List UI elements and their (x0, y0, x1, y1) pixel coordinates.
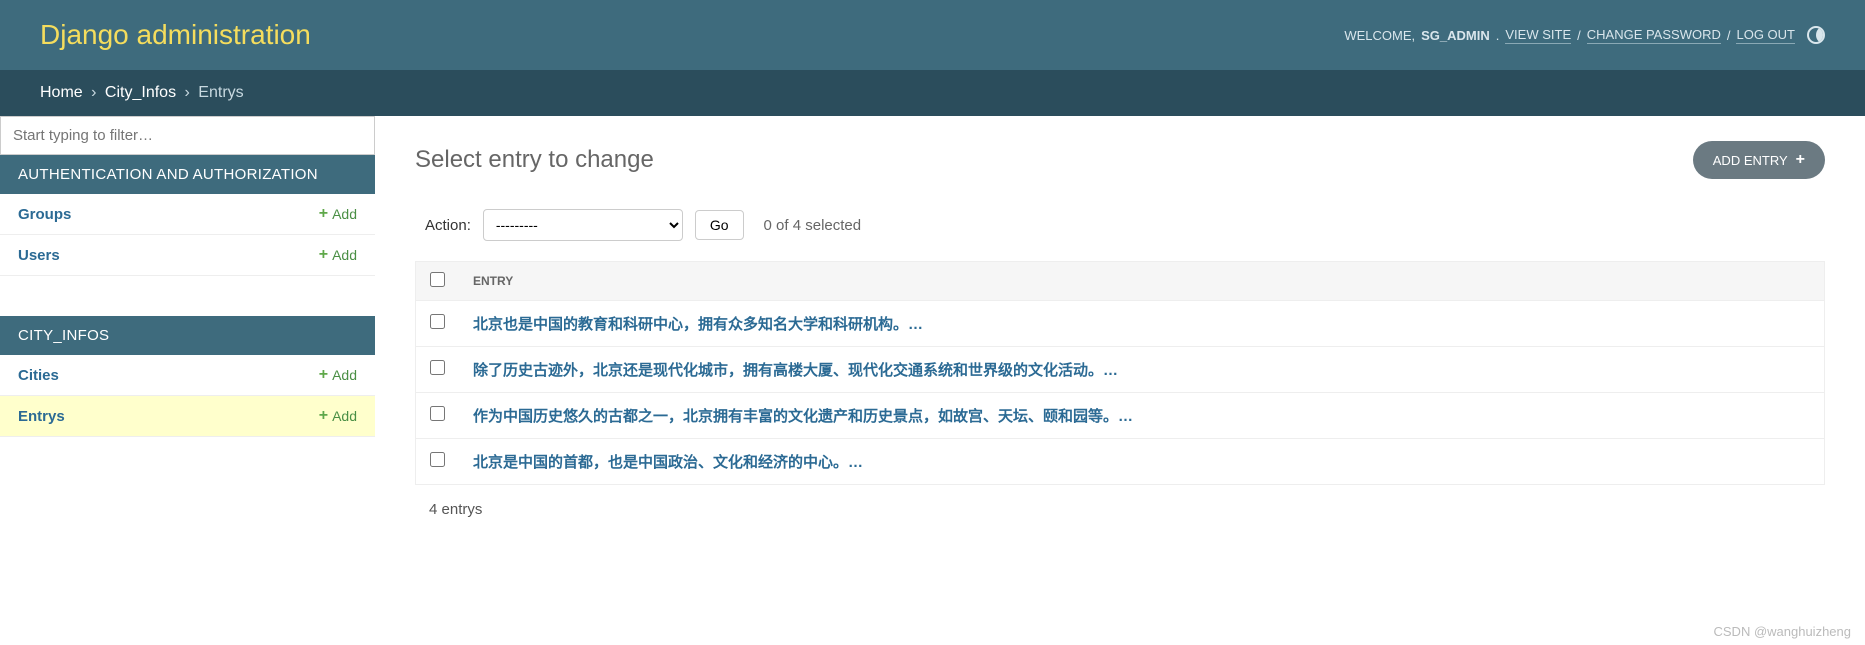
user-tools: WELCOME, SG_ADMIN. VIEW SITE / CHANGE PA… (1344, 26, 1825, 44)
select-all-checkbox[interactable] (430, 272, 445, 287)
go-button[interactable]: Go (695, 210, 744, 240)
table-row: 北京也是中国的教育和科研中心，拥有众多知名大学和科研机构。… (416, 301, 1825, 347)
actions-bar: Action: --------- Go 0 of 4 selected (415, 209, 1825, 241)
app-caption-auth: AUTHENTICATION AND AUTHORIZATION (0, 155, 375, 194)
sidebar-item-groups[interactable]: Groups +Add (0, 194, 375, 235)
filter-input[interactable] (0, 116, 375, 155)
table-header-row: ENTRY (416, 262, 1825, 301)
sidebar-item-entrys[interactable]: Entrys +Add (0, 396, 375, 437)
content: Select entry to change ADD ENTRY + Actio… (375, 116, 1865, 636)
model-link-cities[interactable]: Cities (18, 367, 59, 384)
entry-link[interactable]: 作为中国历史悠久的古都之一，北京拥有丰富的文化遗产和历史景点，如故宫、天坛、颐和… (473, 408, 1133, 425)
add-entry-button[interactable]: ADD ENTRY + (1693, 141, 1825, 179)
watermark: CSDN @wanghuizheng (1714, 624, 1852, 639)
row-checkbox[interactable] (430, 452, 445, 467)
add-label: Add (332, 367, 357, 383)
separator: / (1727, 28, 1731, 43)
plus-icon: + (319, 205, 328, 223)
breadcrumb-sep: › (91, 84, 96, 101)
model-link-users[interactable]: Users (18, 247, 60, 264)
add-label: Add (332, 206, 357, 222)
site-title: Django administration (40, 19, 311, 51)
paginator: 4 entrys (415, 485, 1825, 534)
main: AUTHENTICATION AND AUTHORIZATION Groups … (0, 116, 1865, 636)
entry-link[interactable]: 除了历史古迹外，北京还是现代化城市，拥有高楼大厦、现代化交通系统和世界级的文化活… (473, 362, 1118, 379)
page-title: Select entry to change (415, 146, 654, 174)
action-select[interactable]: --------- (483, 209, 683, 241)
logout-link[interactable]: LOG OUT (1736, 27, 1795, 44)
model-link-entrys[interactable]: Entrys (18, 408, 65, 425)
add-entry-label: ADD ENTRY (1713, 153, 1788, 168)
add-label: Add (332, 247, 357, 263)
model-link-groups[interactable]: Groups (18, 206, 71, 223)
sidebar-item-users[interactable]: Users +Add (0, 235, 375, 276)
add-users-link[interactable]: +Add (319, 246, 357, 264)
plus-icon: + (319, 366, 328, 384)
sidebar-gap (0, 276, 375, 316)
selection-count: 0 of 4 selected (764, 217, 862, 234)
breadcrumb-current: Entrys (198, 84, 243, 101)
add-groups-link[interactable]: +Add (319, 205, 357, 223)
breadcrumb-app[interactable]: City_Infos (105, 84, 176, 101)
view-site-link[interactable]: VIEW SITE (1505, 27, 1571, 44)
content-header: Select entry to change ADD ENTRY + (415, 141, 1825, 179)
table-row: 除了历史古迹外，北京还是现代化城市，拥有高楼大厦、现代化交通系统和世界级的文化活… (416, 347, 1825, 393)
header: Django administration WELCOME, SG_ADMIN.… (0, 0, 1865, 70)
app-caption-cityinfos: CITY_INFOS (0, 316, 375, 355)
period: . (1496, 28, 1500, 43)
username: SG_ADMIN (1421, 28, 1490, 43)
breadcrumb-home[interactable]: Home (40, 84, 83, 101)
results-table: ENTRY 北京也是中国的教育和科研中心，拥有众多知名大学和科研机构。… 除了历… (415, 261, 1825, 485)
theme-toggle-icon[interactable] (1807, 26, 1825, 44)
action-label: Action: (425, 217, 471, 234)
table-row: 北京是中国的首都，也是中国政治、文化和经济的中心。… (416, 439, 1825, 485)
welcome-text: WELCOME, (1344, 28, 1415, 43)
add-label: Add (332, 408, 357, 424)
entry-link[interactable]: 北京是中国的首都，也是中国政治、文化和经济的中心。… (473, 454, 863, 471)
change-password-link[interactable]: CHANGE PASSWORD (1587, 27, 1721, 44)
sidebar-item-cities[interactable]: Cities +Add (0, 355, 375, 396)
plus-icon: + (319, 246, 328, 264)
sidebar: AUTHENTICATION AND AUTHORIZATION Groups … (0, 116, 375, 636)
breadcrumb-sep: › (185, 84, 190, 101)
column-entry[interactable]: ENTRY (459, 262, 1825, 301)
plus-icon: + (1796, 151, 1805, 169)
row-checkbox[interactable] (430, 360, 445, 375)
plus-icon: + (319, 407, 328, 425)
row-checkbox[interactable] (430, 314, 445, 329)
add-cities-link[interactable]: +Add (319, 366, 357, 384)
separator: / (1577, 28, 1581, 43)
add-entrys-link[interactable]: +Add (319, 407, 357, 425)
table-row: 作为中国历史悠久的古都之一，北京拥有丰富的文化遗产和历史景点，如故宫、天坛、颐和… (416, 393, 1825, 439)
breadcrumb: Home › City_Infos › Entrys (0, 70, 1865, 116)
select-all-header (416, 262, 460, 301)
entry-link[interactable]: 北京也是中国的教育和科研中心，拥有众多知名大学和科研机构。… (473, 316, 923, 333)
row-checkbox[interactable] (430, 406, 445, 421)
